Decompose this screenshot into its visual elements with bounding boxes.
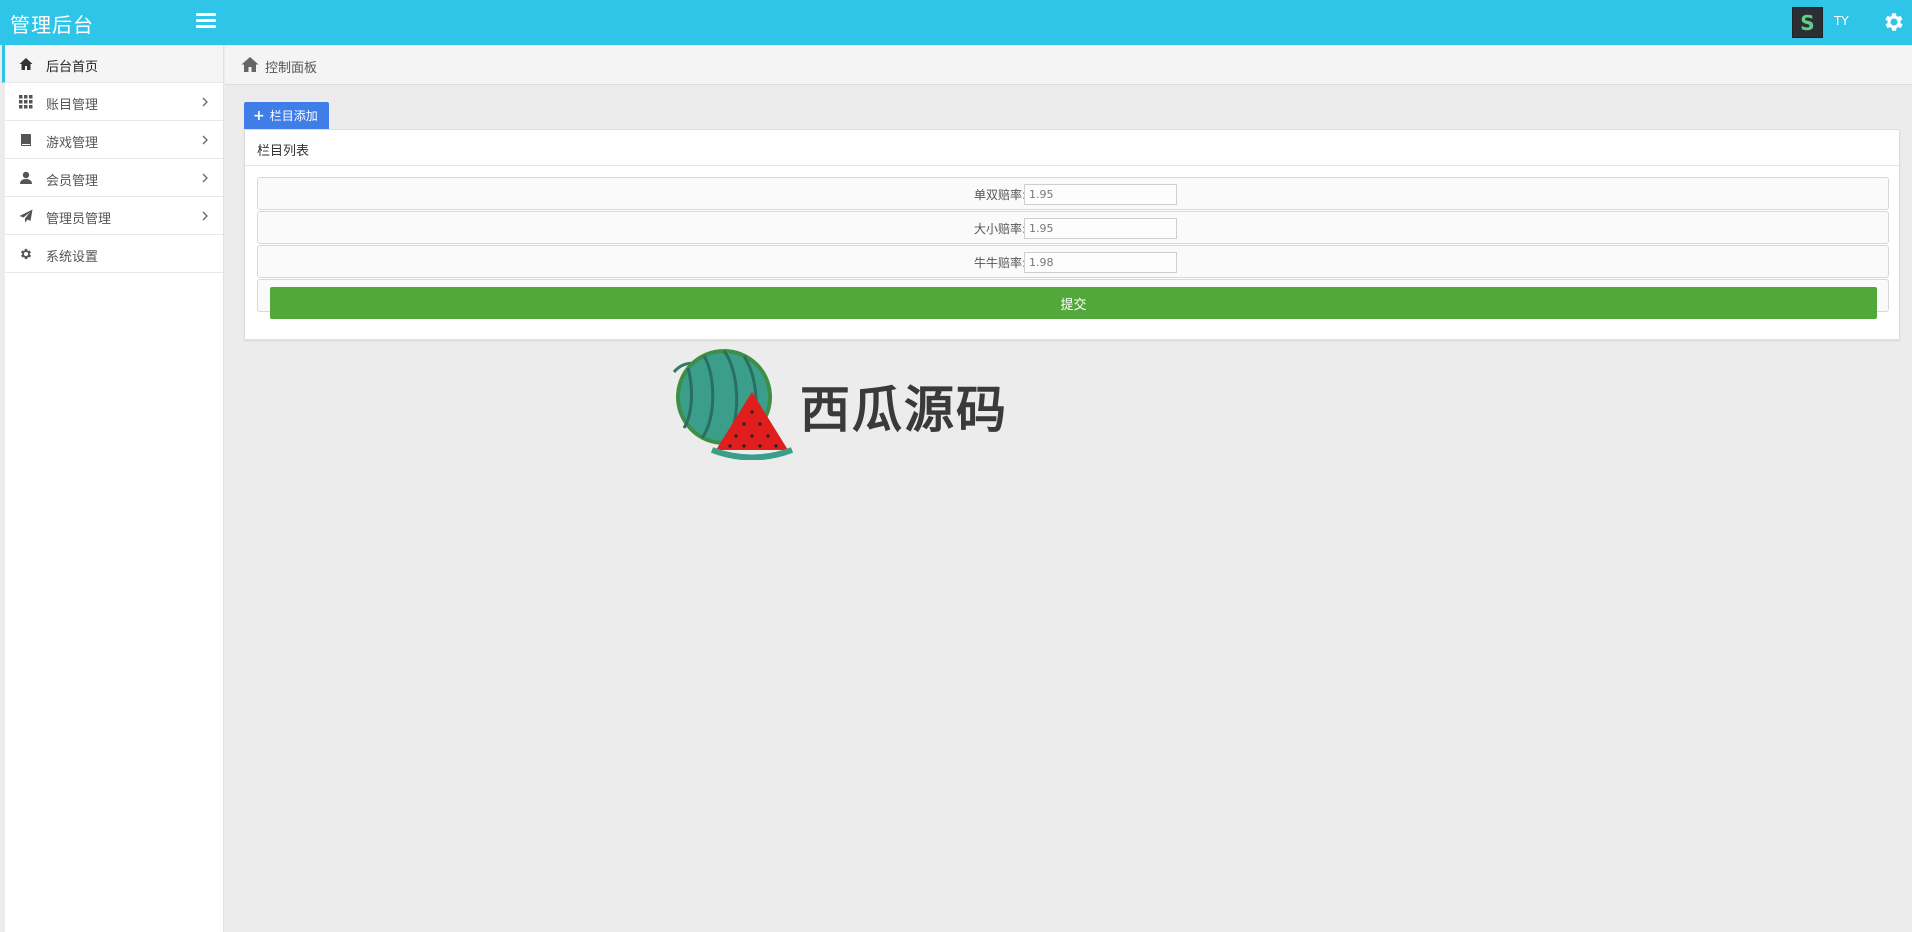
sidebar-item-admins[interactable]: 管理员管理 [5,197,223,235]
top-navbar: 管理后台 S TY [0,0,1912,45]
home-icon [19,58,33,70]
add-column-label: 栏目添加 [269,109,318,123]
settings-gear-icon[interactable] [1882,10,1906,34]
odd-even-odds-input[interactable] [1024,184,1177,205]
odds-label: 牛牛赔率: [973,256,1026,270]
sidebar-item-label: 系统设置 [46,250,99,265]
book-icon [21,134,31,146]
odds-row: 大小赔率: [257,211,1889,244]
niuniu-odds-input[interactable] [1024,252,1177,273]
panel-title: 栏目列表 [245,130,1899,166]
sidebar-item-members[interactable]: 会员管理 [5,159,223,197]
sidebar: 后台首页 账目管理 游戏管理 会员管理 管理员管理 系统设置 [0,45,224,932]
sidebar-item-accounts[interactable]: 账目管理 [5,83,223,121]
avatar-letter: S [1800,10,1815,35]
sidebar-item-games[interactable]: 游戏管理 [5,121,223,159]
sidebar-item-label: 会员管理 [46,174,99,189]
submit-button[interactable]: 提交 [270,287,1877,319]
watermark-text: 西瓜源码 [800,381,1008,439]
chevron-right-icon [202,97,208,107]
chevron-right-icon [202,211,208,221]
sidebar-item-home[interactable]: 后台首页 [2,45,223,83]
breadcrumb-label[interactable]: 控制面板 [265,57,317,76]
odds-row: 单双赔率: [257,177,1889,210]
grid-icon [19,95,33,109]
app-brand[interactable]: 管理后台 [10,9,94,38]
watermelon-logo-icon [672,349,794,460]
column-list-panel: 栏目列表 单双赔率: 大小赔率: 牛牛赔率: 提交 [244,129,1900,340]
sidebar-item-settings[interactable]: 系统设置 [5,235,223,273]
add-column-button[interactable]: + 栏目添加 [244,102,329,129]
chevron-right-icon [202,173,208,183]
plus-icon: + [253,107,265,124]
sidebar-item-label: 管理员管理 [46,212,112,227]
odds-label: 大小赔率: [973,222,1026,236]
sidebar-item-label: 后台首页 [46,60,99,75]
avatar[interactable]: S [1792,7,1823,38]
chevron-right-icon [202,135,208,145]
send-icon [19,209,33,223]
breadcrumb: 控制面板 [225,45,1912,85]
menu-toggle-icon[interactable] [196,13,216,31]
odds-row: 牛牛赔率: [257,245,1889,278]
user-icon [20,171,32,184]
big-small-odds-input[interactable] [1024,218,1177,239]
sidebar-item-label: 账目管理 [46,98,99,113]
cog-icon [20,248,32,260]
sidebar-item-label: 游戏管理 [46,136,99,151]
odds-label: 单双赔率: [973,188,1026,202]
home-icon [241,57,259,72]
username-label[interactable]: TY [1834,14,1849,28]
